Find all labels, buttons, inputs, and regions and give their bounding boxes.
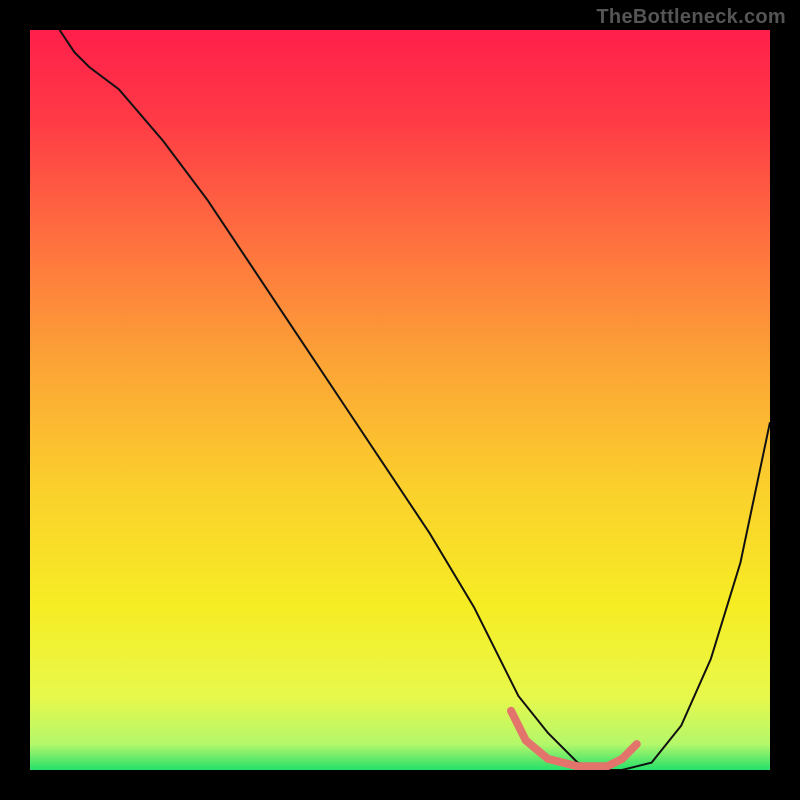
chart-frame: TheBottleneck.com bbox=[0, 0, 800, 800]
watermark-text: TheBottleneck.com bbox=[596, 6, 786, 29]
gradient-background bbox=[30, 30, 770, 770]
bottleneck-chart bbox=[30, 30, 770, 770]
